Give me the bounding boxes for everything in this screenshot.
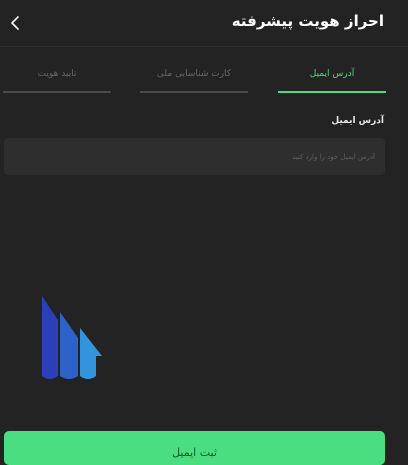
tab-bar: آدرس ایمیل کارت شناسایی ملی تایید هویت (0, 58, 408, 94)
tab-identity-verification[interactable]: تایید هویت (3, 58, 111, 93)
email-field-label: آدرس ایمیل (331, 116, 384, 126)
tab-email-address[interactable]: آدرس ایمیل (278, 58, 386, 93)
back-button[interactable] (4, 11, 26, 35)
header-bar: احراز هویت پیشرفته (0, 0, 408, 47)
tab-national-id-card-indicator (140, 91, 248, 93)
submit-email-button[interactable]: ثبت ایمیل (4, 431, 385, 465)
page-title: احراز هویت پیشرفته (231, 12, 384, 30)
chevron-left-icon (11, 16, 19, 30)
tab-national-id-card[interactable]: کارت شناسایی ملی (140, 58, 248, 93)
email-field[interactable] (4, 138, 385, 175)
tab-identity-verification-label: تایید هویت (37, 69, 77, 79)
tab-identity-verification-indicator (3, 91, 111, 93)
tab-email-address-label: آدرس ایمیل (309, 69, 355, 79)
tab-email-address-indicator (278, 91, 386, 93)
brand-logo-icon (42, 296, 102, 379)
tab-national-id-card-label: کارت شناسایی ملی (156, 69, 232, 79)
